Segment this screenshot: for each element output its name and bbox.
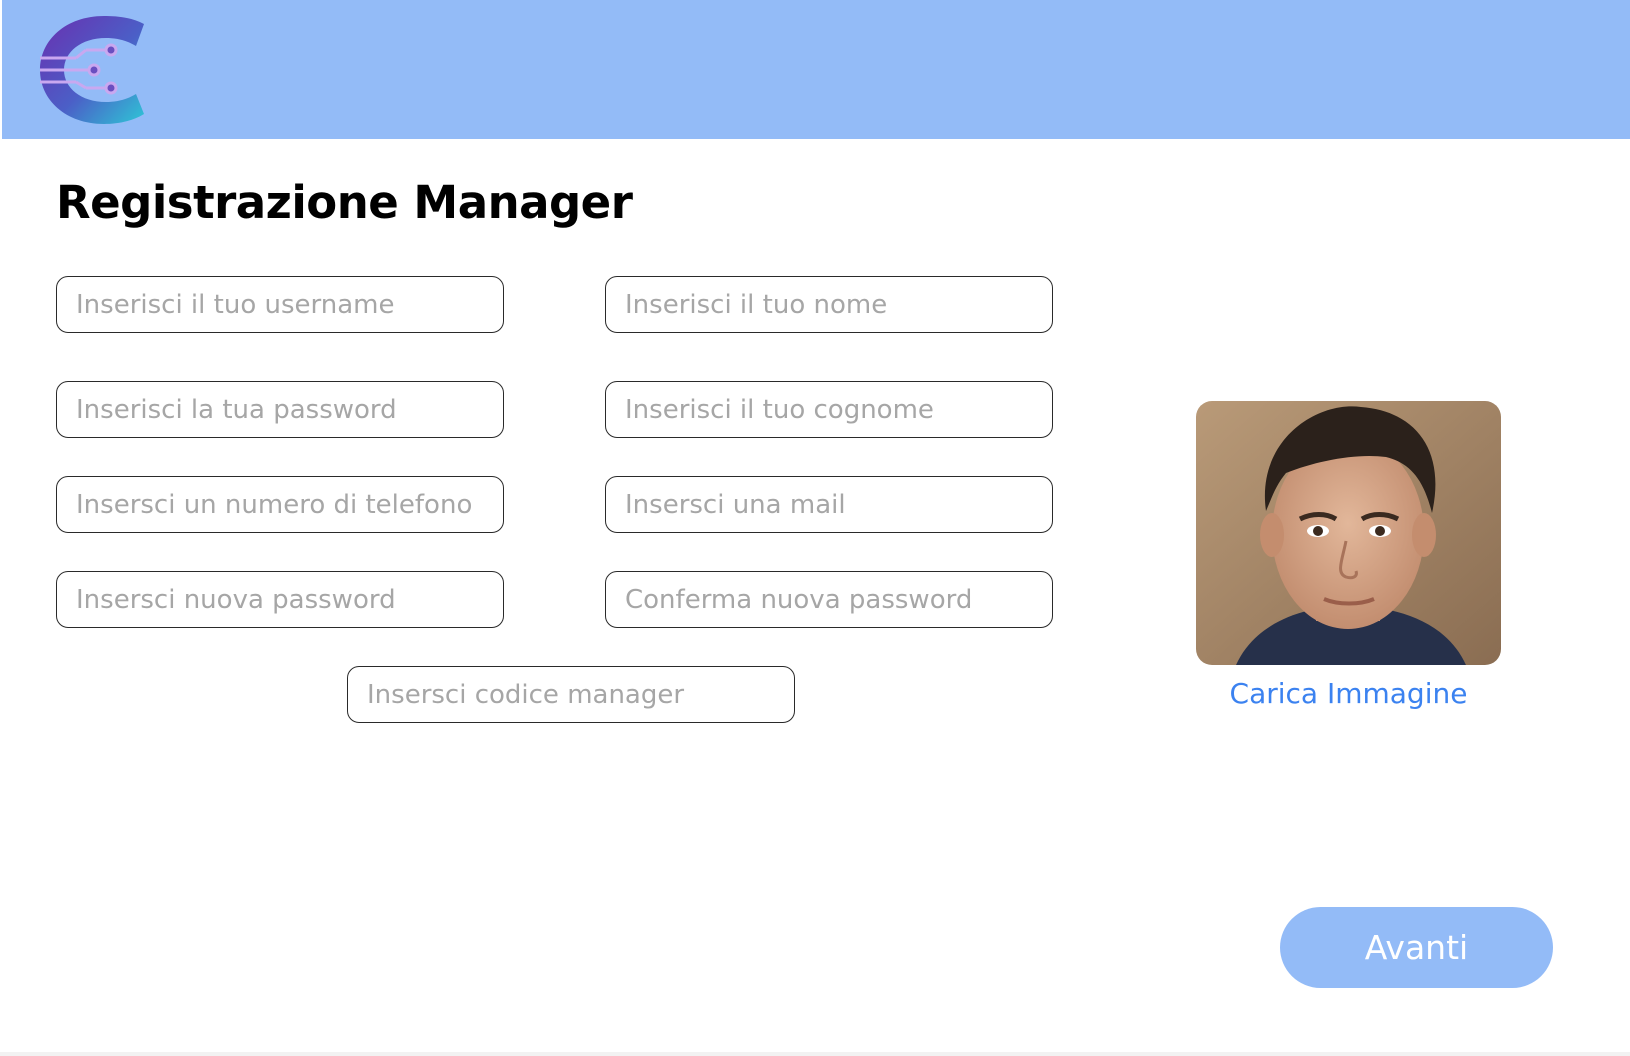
- profile-photo: [1196, 401, 1501, 665]
- profile-photo-image: [1196, 401, 1501, 665]
- password-input[interactable]: [56, 381, 504, 438]
- confirm-password-input[interactable]: [605, 571, 1053, 628]
- registration-page: Registrazione Manager Inserisci il tuo u…: [0, 0, 1630, 1056]
- manager-code-input[interactable]: [347, 666, 795, 723]
- circuit-c-logo-icon: [40, 16, 144, 124]
- next-button[interactable]: Avanti: [1280, 907, 1553, 988]
- cognome-input[interactable]: [605, 381, 1053, 438]
- bottom-divider: [0, 1052, 1630, 1056]
- new-password-input[interactable]: [56, 571, 504, 628]
- header-bar: [2, 0, 1630, 139]
- upload-image-link[interactable]: Carica Immagine: [1196, 677, 1501, 710]
- page-title: Registrazione Manager: [56, 176, 633, 229]
- mail-input[interactable]: [605, 476, 1053, 533]
- username-input[interactable]: [56, 276, 504, 333]
- telefono-input[interactable]: [56, 476, 504, 533]
- nome-input[interactable]: [605, 276, 1053, 333]
